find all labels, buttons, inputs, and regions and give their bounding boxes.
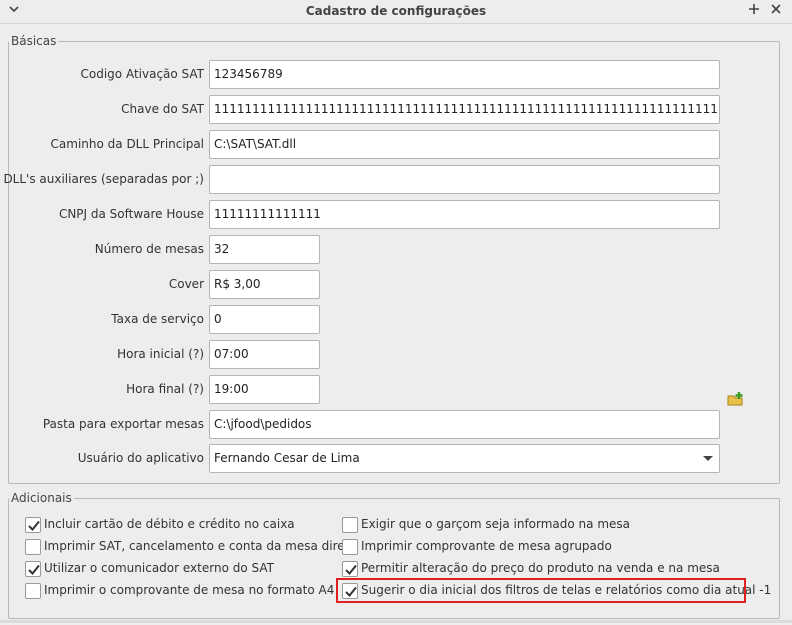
- close-icon[interactable]: [770, 3, 782, 20]
- basicas-legend: Básicas: [11, 34, 57, 48]
- checkbox-alteracao-preco[interactable]: [342, 561, 358, 577]
- checkbox-comunicador-externo[interactable]: [25, 561, 41, 577]
- checkmark-icon: [28, 520, 40, 531]
- checkbox-incluir-cartao[interactable]: [25, 517, 41, 533]
- label-caminho-dll: Caminho da DLL Principal: [50, 137, 204, 151]
- folder-add-icon: [727, 392, 743, 406]
- highlight-box: [336, 578, 746, 603]
- dropdown-arrow-icon: [703, 456, 713, 461]
- chave-sat-input[interactable]: 1111111111111111111111111111111111111111…: [209, 95, 720, 124]
- label-codigo-ativacao: Codigo Ativação SAT: [80, 67, 205, 81]
- option-label: Exigir que o garçom seja informado na me…: [361, 517, 631, 531]
- cover-input[interactable]: R$ 3,00: [209, 270, 320, 299]
- window-title: Cadastro de configurações: [305, 4, 487, 18]
- checkmark-icon: [28, 564, 40, 575]
- codigo-ativacao-input[interactable]: 123456789: [209, 60, 720, 89]
- label-hora-final: Hora final (?): [126, 382, 204, 396]
- cnpj-input[interactable]: 11111111111111: [209, 200, 720, 229]
- adicionais-legend: Adicionais: [11, 491, 72, 505]
- option-label: Imprimir SAT, cancelamento e conta da me…: [44, 539, 357, 553]
- usuario-aplicativo-select[interactable]: Fernando Cesar de Lima: [209, 444, 720, 473]
- label-cnpj: CNPJ da Software House: [58, 207, 204, 221]
- label-chave-sat: Chave do SAT: [121, 102, 204, 116]
- checkbox-imprimir-sat[interactable]: [25, 539, 41, 555]
- hora-inicial-input[interactable]: 07:00: [209, 340, 320, 369]
- checkbox-exigir-garcom[interactable]: [342, 517, 358, 533]
- option-label: Permitir alteração do preço do produto n…: [361, 561, 720, 575]
- hora-final-input[interactable]: 19:00: [209, 375, 320, 404]
- checkbox-mesa-agrupado[interactable]: [342, 539, 358, 555]
- option-label: Imprimir o comprovante de mesa no format…: [44, 583, 335, 597]
- label-hora-inicial: Hora inicial (?): [117, 347, 204, 361]
- option-label: Incluir cartão de débito e crédito no ca…: [44, 517, 295, 531]
- checkmark-icon: [345, 564, 357, 575]
- label-cover: Cover: [168, 277, 204, 291]
- numero-mesas-input[interactable]: 32: [209, 235, 320, 264]
- pasta-exportar-input[interactable]: C:\jfood\pedidos: [209, 410, 720, 439]
- dll-auxiliares-input[interactable]: [209, 165, 720, 194]
- usuario-aplicativo-value: Fernando Cesar de Lima: [214, 451, 360, 465]
- label-taxa-servico: Taxa de serviço: [111, 312, 204, 326]
- checkbox-formato-a4[interactable]: [25, 583, 41, 599]
- caminho-dll-input[interactable]: C:\SAT\SAT.dll: [209, 130, 720, 159]
- label-numero-mesas: Número de mesas: [94, 242, 204, 256]
- option-label: Imprimir comprovante de mesa agrupado: [361, 539, 612, 553]
- label-usuario-aplicativo: Usuário do aplicativo: [77, 451, 204, 465]
- taxa-servico-input[interactable]: 0: [209, 305, 320, 334]
- add-folder-button[interactable]: [727, 390, 745, 408]
- bottom-edge: [0, 620, 792, 623]
- maximize-icon[interactable]: [748, 3, 760, 20]
- option-label: Utilizar o comunicador externo do SAT: [44, 561, 274, 575]
- label-pasta-exportar: Pasta para exportar mesas: [42, 417, 204, 431]
- title-bar: Cadastro de configurações: [0, 0, 792, 24]
- label-dll-auxiliares: DLL's auxiliares (separadas por ;): [3, 172, 204, 186]
